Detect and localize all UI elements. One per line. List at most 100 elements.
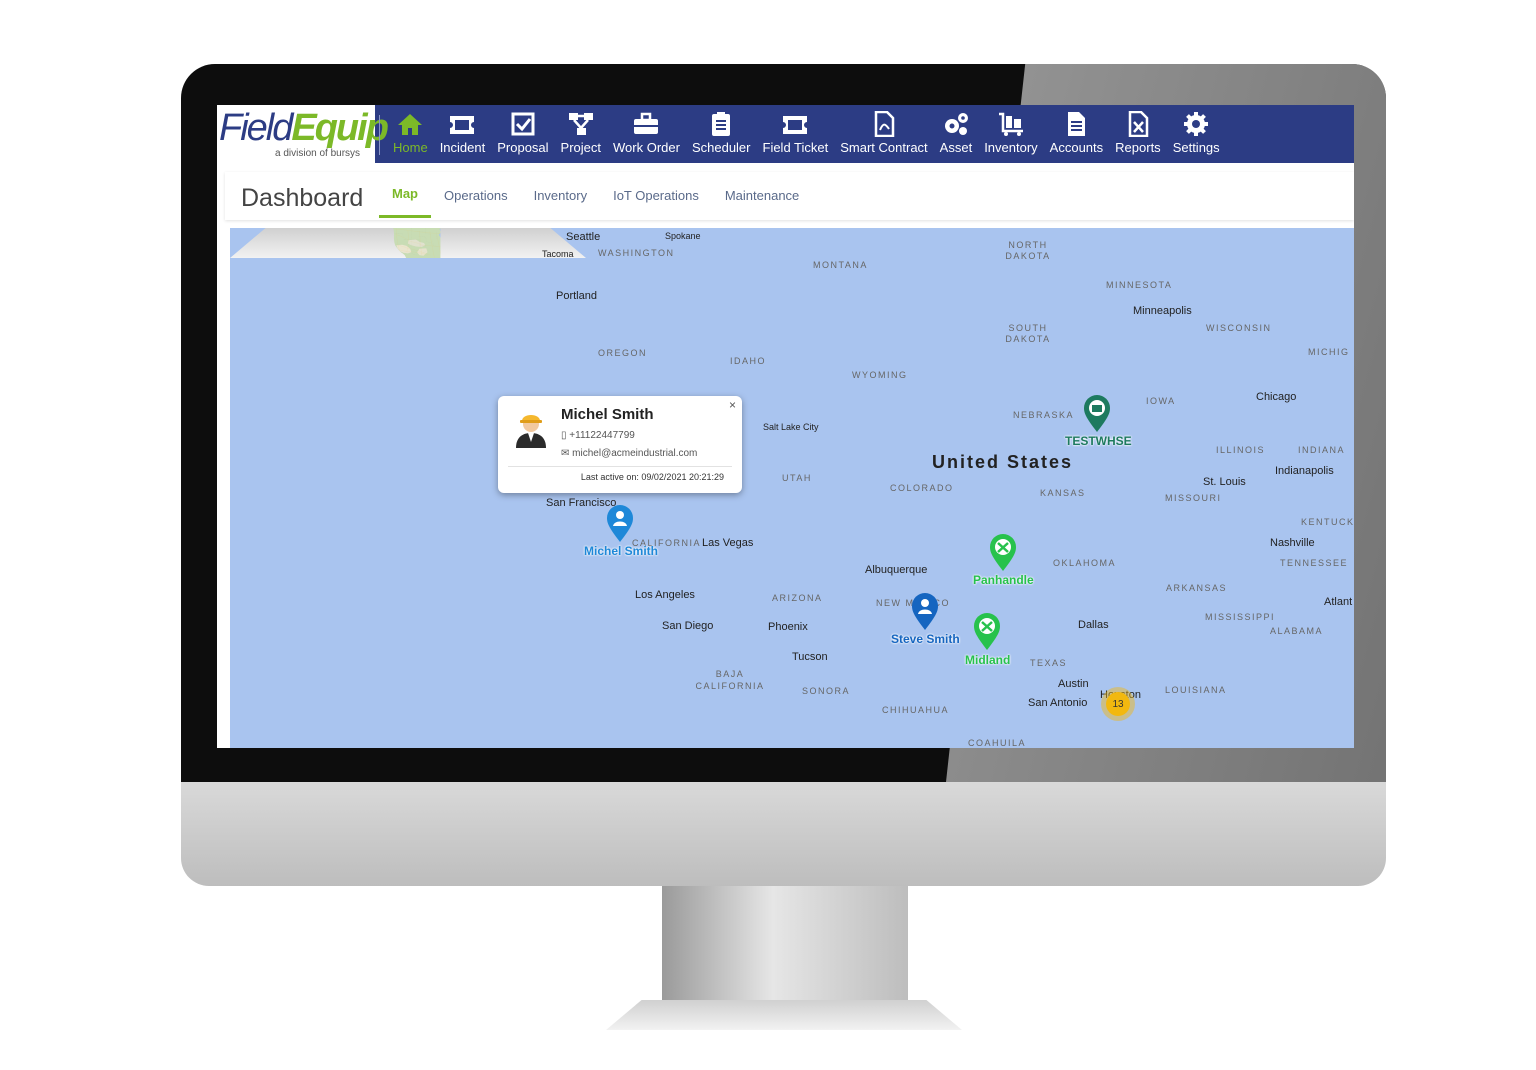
nav-incident[interactable]: Incident bbox=[434, 105, 492, 163]
map-base-layer bbox=[230, 228, 586, 258]
marker-cluster[interactable]: 13 bbox=[1106, 692, 1130, 716]
popup-last-active: Last active on: 09/02/2021 20:21:29 bbox=[580, 472, 724, 482]
close-icon[interactable]: × bbox=[729, 398, 736, 412]
monitor-chin bbox=[181, 782, 1386, 886]
nav-reports-label: Reports bbox=[1115, 140, 1161, 155]
state-label: INDIANA bbox=[1298, 445, 1346, 455]
nav-inventory-label: Inventory bbox=[984, 140, 1038, 155]
nav-scheduler-label: Scheduler bbox=[691, 140, 751, 155]
dashboard-header: Dashboard Map Operations Inventory IoT O… bbox=[225, 172, 1354, 220]
state-label: UTAH bbox=[782, 473, 812, 483]
logo-field-text: Field bbox=[219, 107, 293, 149]
nav-home-label: Home bbox=[393, 140, 428, 155]
state-label: ARIZONA bbox=[772, 593, 823, 603]
person-map-pin-icon[interactable] bbox=[911, 593, 939, 631]
nav-project[interactable]: Project bbox=[555, 105, 607, 163]
mail-icon: ✉ bbox=[561, 448, 573, 459]
nav-settings[interactable]: Settings bbox=[1167, 105, 1226, 163]
app-screen: FieldEquip a division of bursys Home Inc… bbox=[217, 105, 1354, 748]
tools-map-pin-icon[interactable] bbox=[989, 534, 1017, 572]
main-nav: Home Incident Proposal Project Work Orde… bbox=[387, 105, 1226, 163]
city-label: Spokane bbox=[665, 231, 701, 241]
city-label: Atlant bbox=[1324, 596, 1353, 608]
gear-icon bbox=[1184, 112, 1209, 136]
state-label: ALABAMA bbox=[1270, 626, 1324, 636]
nav-smart-contract[interactable]: Smart Contract bbox=[834, 105, 933, 163]
city-label: Tucson bbox=[792, 651, 828, 663]
nav-asset-label: Asset bbox=[939, 140, 973, 155]
city-label: Austin bbox=[1058, 678, 1089, 690]
nav-home[interactable]: Home bbox=[387, 105, 434, 163]
state-label: COAHUILA bbox=[968, 738, 1027, 748]
monitor-stand bbox=[662, 886, 908, 1001]
state-label: MONTANA bbox=[813, 260, 868, 270]
state-label: ILLINOIS bbox=[1216, 445, 1266, 455]
state-label: TEXAS bbox=[1030, 658, 1068, 668]
nav-proposal-label: Proposal bbox=[497, 140, 549, 155]
tab-inventory[interactable]: Inventory bbox=[521, 172, 600, 218]
nav-inventory[interactable]: Inventory bbox=[978, 105, 1043, 163]
city-label: Salt Lake City bbox=[763, 422, 819, 432]
home-icon bbox=[398, 114, 423, 135]
city-label: Chicago bbox=[1256, 391, 1297, 403]
tab-iot-operations[interactable]: IoT Operations bbox=[600, 172, 712, 218]
dashboard-tabs: Map Operations Inventory IoT Operations … bbox=[379, 172, 812, 220]
top-navigation-bar: FieldEquip a division of bursys Home Inc… bbox=[217, 105, 1354, 163]
marker-label: Midland bbox=[965, 653, 1011, 667]
pdf-file-icon bbox=[874, 111, 895, 137]
state-label: SONORA bbox=[802, 686, 851, 696]
clipboard-icon bbox=[712, 112, 731, 136]
tab-map[interactable]: Map bbox=[379, 172, 431, 218]
state-label: CHIHUAHUA bbox=[882, 705, 950, 715]
state-label: WYOMING bbox=[852, 370, 908, 380]
marker-label: Steve Smith bbox=[891, 632, 960, 646]
city-label: St. Louis bbox=[1203, 476, 1246, 488]
city-label: Phoenix bbox=[768, 621, 808, 633]
tab-operations[interactable]: Operations bbox=[431, 172, 521, 218]
state-label: WASHINGTON bbox=[598, 248, 675, 258]
fieldequip-logo[interactable]: FieldEquip a division of bursys bbox=[217, 105, 389, 163]
country-label: United States bbox=[932, 452, 1074, 472]
nav-incident-label: Incident bbox=[439, 140, 486, 155]
nav-work-order-label: Work Order bbox=[613, 140, 680, 155]
nav-separator bbox=[379, 115, 380, 155]
nav-field-ticket[interactable]: Field Ticket bbox=[757, 105, 835, 163]
state-label: ARKANSAS bbox=[1166, 583, 1228, 593]
state-label: SOUTH DAKOTA bbox=[1005, 323, 1051, 344]
state-label: NORTH DAKOTA bbox=[1005, 240, 1051, 261]
popup-email-value: michel@acmeindustrial.com bbox=[572, 448, 698, 459]
marker-label: TESTWHSE bbox=[1065, 434, 1132, 448]
tab-maintenance[interactable]: Maintenance bbox=[712, 172, 812, 218]
city-label: Dallas bbox=[1078, 619, 1109, 631]
state-label: MISSISSIPPI bbox=[1205, 612, 1276, 622]
nav-accounts-label: Accounts bbox=[1049, 140, 1104, 155]
nav-scheduler[interactable]: Scheduler bbox=[686, 105, 757, 163]
city-label: Las Vegas bbox=[702, 537, 754, 549]
state-label: OKLAHOMA bbox=[1053, 558, 1117, 568]
popup-email[interactable]: ✉ michel@acmeindustrial.com bbox=[561, 448, 697, 459]
ticket-icon bbox=[450, 116, 475, 134]
map-view[interactable]: Seattle Spokane Tacoma Portland Minneapo… bbox=[230, 228, 1354, 748]
tools-map-pin-icon[interactable] bbox=[973, 613, 1001, 651]
warehouse-map-pin-icon[interactable] bbox=[1083, 395, 1111, 433]
city-label: Portland bbox=[556, 290, 597, 302]
state-label: WISCONSIN bbox=[1206, 323, 1272, 333]
city-label: Tacoma bbox=[542, 249, 574, 259]
document-icon bbox=[1068, 112, 1086, 136]
city-label: Los Angeles bbox=[635, 589, 695, 601]
nav-accounts[interactable]: Accounts bbox=[1044, 105, 1109, 163]
excel-file-icon bbox=[1128, 111, 1149, 137]
logo-equip-text: Equip bbox=[291, 107, 389, 149]
person-map-pin-icon[interactable] bbox=[606, 505, 634, 543]
nav-asset[interactable]: Asset bbox=[934, 105, 979, 163]
logo-subtitle: a division of bursys bbox=[275, 148, 361, 159]
monitor-base bbox=[606, 1000, 962, 1030]
info-window: × Michel Smith ▯ +11122447799 ✉ michel@a… bbox=[498, 396, 742, 493]
state-label: KANSAS bbox=[1040, 488, 1086, 498]
nav-reports[interactable]: Reports bbox=[1109, 105, 1167, 163]
popup-phone-value: +11122447799 bbox=[569, 430, 635, 441]
nav-work-order[interactable]: Work Order bbox=[607, 105, 686, 163]
nav-proposal[interactable]: Proposal bbox=[491, 105, 554, 163]
state-label: TENNESSEE bbox=[1280, 558, 1349, 568]
state-label: MINNESOTA bbox=[1106, 280, 1173, 290]
